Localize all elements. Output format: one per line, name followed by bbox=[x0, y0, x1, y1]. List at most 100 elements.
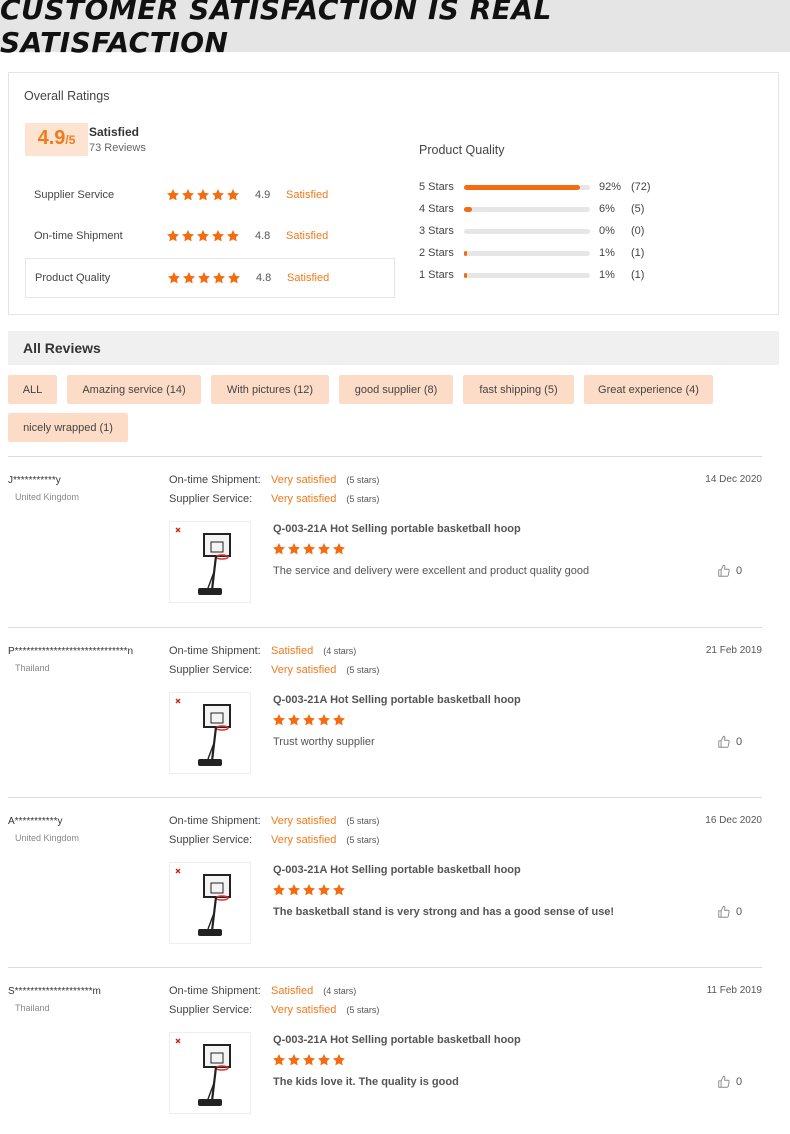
thumbs-up-icon bbox=[717, 905, 731, 919]
banner-title: CUSTOMER SATISFACTION IS REAL SATISFACTI… bbox=[0, 0, 552, 59]
reviewer-name: J***********y bbox=[8, 475, 61, 486]
star-icon bbox=[182, 271, 196, 285]
reviewer-country: United Kingdom bbox=[15, 492, 80, 502]
star-icon bbox=[272, 1053, 286, 1067]
metric-score: 4.9 bbox=[255, 189, 271, 201]
thumbs-up-icon bbox=[717, 564, 731, 578]
metric-product-quality[interactable]: Product Quality 4.8 Satisfied bbox=[25, 258, 395, 298]
product-thumbnail[interactable] bbox=[169, 1032, 251, 1114]
review-star-rating bbox=[272, 542, 346, 556]
review-text: The service and delivery were excellent … bbox=[273, 565, 590, 577]
star-icon bbox=[167, 271, 181, 285]
distribution-row: 4 Stars 6% (5) bbox=[419, 201, 679, 217]
distribution-count: (72) bbox=[631, 181, 651, 193]
overall-score-max: /5 bbox=[65, 133, 76, 147]
service-rating-line: Supplier Service: Very satisfied (5 star… bbox=[169, 1004, 379, 1016]
star-icon bbox=[332, 1053, 346, 1067]
metric-label: Product Quality bbox=[35, 272, 111, 284]
service-label: Supplier Service: bbox=[169, 834, 253, 846]
like-button[interactable]: 0 bbox=[717, 564, 742, 578]
filter-chip-nicely-wrapped[interactable]: nicely wrapped (1) bbox=[8, 413, 128, 442]
thumbs-up-icon bbox=[717, 735, 731, 749]
filter-chip-fast-shipping[interactable]: fast shipping (5) bbox=[463, 375, 574, 404]
review-date: 21 Feb 2019 bbox=[705, 645, 762, 656]
overall-ratings-card: Overall Ratings 4.9 /5 Satisfied 73 Revi… bbox=[8, 72, 779, 315]
filter-chip-amazing-service[interactable]: Amazing service (14) bbox=[67, 375, 201, 404]
star-icon bbox=[226, 188, 240, 202]
service-stars: (5 stars) bbox=[346, 1005, 380, 1015]
product-thumbnail[interactable] bbox=[169, 862, 251, 944]
star-icon bbox=[287, 883, 301, 897]
review-text: The kids love it. The quality is good bbox=[273, 1076, 459, 1088]
reviewer-name: A***********y bbox=[8, 816, 63, 827]
service-stars: (5 stars) bbox=[346, 835, 380, 845]
service-rating-line: Supplier Service: Very satisfied (5 star… bbox=[169, 493, 379, 505]
shipment-value: Very satisfied bbox=[271, 815, 337, 827]
metric-score: 4.8 bbox=[255, 230, 271, 242]
distribution-bar-fill bbox=[464, 184, 580, 190]
distribution-bar bbox=[464, 250, 590, 256]
overall-score-badge: 4.9 /5 bbox=[25, 123, 88, 156]
distribution-row: 2 Stars 1% (1) bbox=[419, 245, 679, 261]
filter-chip-great-experience[interactable]: Great experience (4) bbox=[584, 375, 713, 404]
filter-chip-with-pictures[interactable]: With pictures (12) bbox=[211, 375, 329, 404]
distribution-bar bbox=[464, 184, 590, 190]
distribution-count: (0) bbox=[631, 225, 645, 237]
distribution-percent: 6% bbox=[599, 203, 615, 215]
review-star-rating bbox=[272, 713, 346, 727]
distribution-count: (5) bbox=[631, 203, 645, 215]
star-icon bbox=[212, 271, 226, 285]
star-icon bbox=[302, 1053, 316, 1067]
overall-score: 4.9 bbox=[37, 127, 66, 149]
star-icon bbox=[196, 188, 210, 202]
product-name[interactable]: Q-003-21A Hot Selling portable basketbal… bbox=[273, 864, 521, 876]
header-banner: CUSTOMER SATISFACTION IS REAL SATISFACTI… bbox=[0, 0, 790, 59]
service-label: Supplier Service: bbox=[169, 664, 253, 676]
star-icon bbox=[211, 188, 225, 202]
review-item: P*****************************n Thailand… bbox=[8, 627, 762, 798]
reviewer-country: Thailand bbox=[15, 663, 50, 673]
product-name[interactable]: Q-003-21A Hot Selling portable basketbal… bbox=[273, 694, 521, 706]
reviews-count: 73 Reviews bbox=[89, 142, 146, 154]
star-icon bbox=[196, 229, 210, 243]
distribution-percent: 1% bbox=[599, 247, 615, 259]
distribution-bar-fill bbox=[464, 206, 472, 212]
review-date: 11 Feb 2019 bbox=[706, 985, 762, 996]
distribution-label: 2 Stars bbox=[419, 247, 454, 259]
metric-status: Satisfied bbox=[286, 230, 329, 242]
metric-on-time-shipment: On-time Shipment 4.8 Satisfied bbox=[25, 216, 395, 256]
star-icon bbox=[287, 542, 301, 556]
like-count: 0 bbox=[736, 565, 743, 577]
star-icon bbox=[197, 271, 211, 285]
distribution-bar-fill bbox=[464, 250, 467, 256]
review-date: 14 Dec 2020 bbox=[705, 474, 762, 485]
product-thumbnail[interactable] bbox=[169, 521, 251, 603]
metric-label: Supplier Service bbox=[34, 189, 115, 201]
star-icon bbox=[317, 713, 331, 727]
star-icon bbox=[272, 883, 286, 897]
like-button[interactable]: 0 bbox=[717, 1075, 742, 1089]
star-icon bbox=[226, 229, 240, 243]
review-text: Trust worthy supplier bbox=[273, 736, 375, 748]
review-text: The basketball stand is very strong and … bbox=[273, 906, 615, 918]
filter-chip-good-supplier[interactable]: good supplier (8) bbox=[339, 375, 453, 404]
distribution-label: 1 Stars bbox=[419, 269, 454, 281]
like-button[interactable]: 0 bbox=[717, 735, 742, 749]
star-icon bbox=[227, 271, 241, 285]
shipment-value: Satisfied bbox=[271, 645, 314, 657]
service-value: Very satisfied bbox=[271, 1004, 337, 1016]
metric-label: On-time Shipment bbox=[34, 230, 123, 242]
like-button[interactable]: 0 bbox=[717, 905, 742, 919]
star-icon bbox=[181, 188, 195, 202]
product-thumbnail[interactable] bbox=[169, 692, 251, 774]
review-star-rating bbox=[272, 883, 346, 897]
service-stars: (5 stars) bbox=[346, 494, 380, 504]
review-item: A***********y United Kingdom On-time Shi… bbox=[8, 797, 762, 968]
product-name[interactable]: Q-003-21A Hot Selling portable basketbal… bbox=[273, 1034, 521, 1046]
review-star-rating bbox=[272, 1053, 346, 1067]
product-name[interactable]: Q-003-21A Hot Selling portable basketbal… bbox=[273, 523, 521, 535]
reviewer-country: United Kingdom bbox=[15, 833, 80, 843]
filter-chip-all[interactable]: ALL bbox=[8, 375, 57, 404]
distribution-label: 3 Stars bbox=[419, 225, 454, 237]
service-label: Supplier Service: bbox=[169, 1004, 253, 1016]
